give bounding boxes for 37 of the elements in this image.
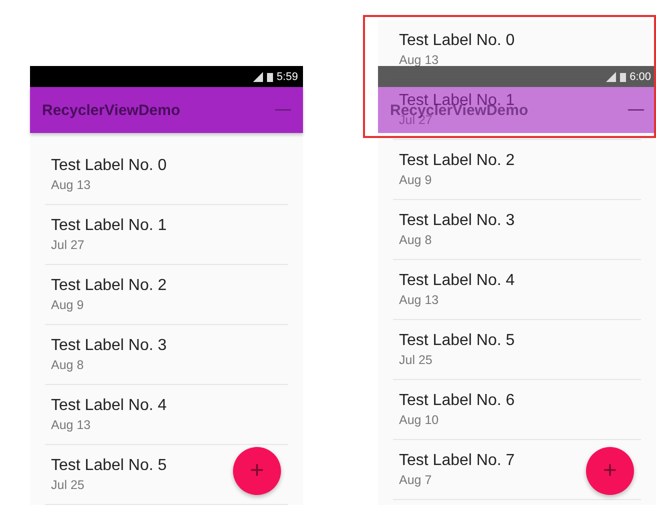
item-date: Aug 9 — [399, 173, 432, 187]
menu-button[interactable]: — — [628, 101, 644, 119]
app-title: RecyclerViewDemo — [42, 102, 180, 118]
menu-button[interactable]: — — [275, 101, 291, 119]
item-date: Aug 7 — [399, 473, 432, 487]
item-date: Aug 13 — [399, 293, 439, 307]
item-date: Aug 9 — [51, 298, 84, 312]
item-date: Aug 13 — [51, 418, 91, 432]
battery-icon — [266, 72, 273, 82]
status-time: 5:59 — [276, 70, 298, 82]
item-label: Test Label No. 0 — [399, 32, 515, 50]
item-date: Jul 25 — [51, 478, 84, 492]
item-date: Aug 13 — [51, 178, 91, 192]
item-label: Test Label No. 1 — [51, 217, 167, 235]
add-button[interactable]: + — [233, 447, 281, 495]
item-label: Test Label No. 4 — [51, 397, 167, 415]
item-label: Test Label No. 7 — [399, 452, 515, 470]
item-label: Test Label No. 5 — [51, 457, 167, 475]
item-date: Jul 27 — [51, 238, 84, 252]
item-label: Test Label No. 3 — [51, 337, 167, 355]
signal-icon — [252, 72, 263, 82]
item-label: Test Label No. 3 — [399, 212, 515, 230]
status-time: 6:00 — [630, 70, 651, 82]
add-button[interactable]: + — [586, 447, 634, 495]
item-date: Aug 8 — [399, 233, 432, 247]
item-label: Test Label No. 6 — [399, 392, 515, 410]
battery-icon — [620, 72, 626, 82]
item-label: Test Label No. 0 — [51, 157, 167, 175]
item-label: Test Label No. 5 — [399, 332, 515, 350]
item-label: Test Label No. 2 — [399, 152, 515, 170]
item-label: Test Label No. 4 — [399, 272, 515, 290]
item-date: Jul 25 — [399, 353, 432, 367]
signal-icon — [606, 72, 616, 82]
item-label: Test Label No. 2 — [51, 277, 167, 295]
item-date: Aug 8 — [51, 358, 84, 372]
item-date: Aug 10 — [399, 413, 439, 427]
item-date: Aug 13 — [399, 53, 439, 67]
